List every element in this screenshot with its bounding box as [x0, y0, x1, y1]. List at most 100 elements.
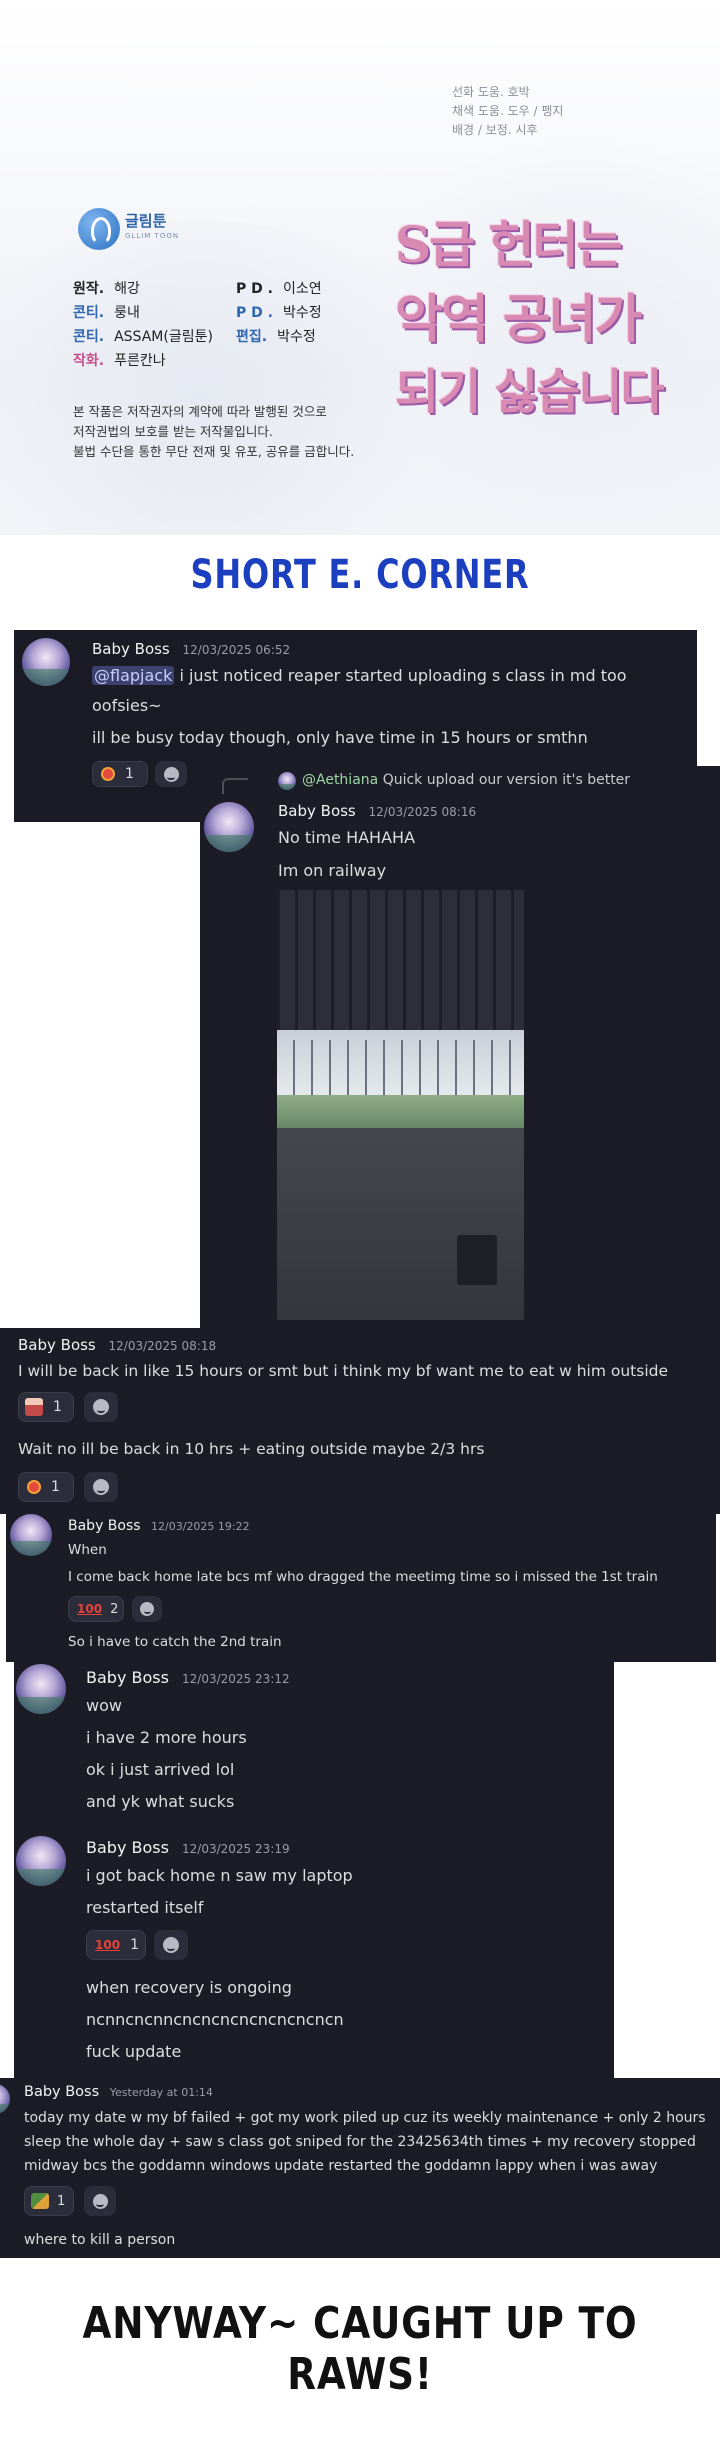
timestamp: Yesterday at 01:14 [109, 2086, 213, 2099]
hundred-points-icon: 100 [77, 1602, 103, 1616]
message-text: fuck update [86, 2042, 182, 2061]
smiley-icon [140, 1602, 154, 1616]
message-text: ncnncncnncncncncncncncncncn [86, 2010, 344, 2029]
chat-message-panel: Baby Boss Yesterday at 01:14 today my da… [0, 2078, 720, 2258]
message-text: No time HAHAHA [278, 828, 416, 847]
message-header: Baby Boss 12/03/2025 08:18 [18, 1336, 216, 1354]
gllimtoon-logo-icon [78, 208, 120, 250]
username[interactable]: Baby Boss [68, 1518, 141, 1534]
add-reaction-button[interactable] [84, 2186, 116, 2216]
reaction-100[interactable]: 100 2 [68, 1596, 124, 1622]
username[interactable]: Baby Boss [92, 640, 170, 658]
message-text: When [68, 1542, 107, 1558]
credit-storyboard-2: 콘티. ASSAM(글림툰) [73, 329, 213, 345]
chat-message-panel: Baby Boss 12/03/2025 08:18 I will be bac… [0, 1328, 720, 1514]
add-reaction-button[interactable] [84, 1392, 118, 1422]
credit-storyboard: 콘티. 룽내 [73, 305, 140, 321]
timestamp: 12/03/2025 08:16 [368, 805, 477, 819]
message-header: Baby Boss Yesterday at 01:14 [24, 2084, 213, 2100]
reaction-emoji[interactable]: 1 [18, 1392, 74, 1422]
message-text: i got back home n saw my laptop [86, 1866, 353, 1885]
message-header: Baby Boss 12/03/2025 06:52 [92, 640, 290, 658]
message-header: Baby Boss 12/03/2025 23:12 [86, 1668, 290, 1687]
avatar[interactable] [0, 2084, 10, 2114]
artist-credit-line: 채색 도움. 도우 / 펭지 [452, 104, 564, 118]
smiley-icon [93, 1399, 109, 1415]
message-text: where to kill a person [24, 2232, 176, 2248]
artist-credits: 선화 도움. 호박 채색 도움. 도우 / 펭지 배경 / 보정. 시후 [452, 83, 652, 140]
reaction-alarm-clock[interactable]: 1 [92, 761, 148, 787]
timestamp: 12/03/2025 23:19 [182, 1842, 290, 1856]
message-text: midway bcs the goddamn windows update re… [24, 2158, 658, 2174]
avatar[interactable] [10, 1514, 52, 1556]
reply-avatar [278, 772, 296, 790]
character-emoji-icon [25, 1398, 43, 1416]
artist-credit-line: 선화 도움. 호박 [452, 85, 530, 99]
username[interactable]: Baby Boss [278, 802, 356, 820]
chat-message-panel: Baby Boss 12/03/2025 23:12 wow i have 2 … [14, 1662, 614, 2078]
add-reaction-button[interactable] [154, 1930, 188, 1960]
caught-up-banner: ANYWAY~ CAUGHT UP TO RAWS! [82, 2298, 638, 2400]
avatar[interactable] [16, 1836, 66, 1886]
reaction-alarm-clock[interactable]: 1 [18, 1472, 74, 1502]
logo-name: 글림툰 [125, 212, 167, 230]
message-text: oofsies~ [92, 696, 162, 715]
user-mention[interactable]: @flapjack [92, 666, 175, 685]
reaction-emoji[interactable]: 1 [24, 2186, 74, 2216]
reaction-100[interactable]: 100 1 [86, 1930, 146, 1960]
message-text: sleep the whole day + saw s class got sn… [24, 2134, 696, 2150]
credit-pd: P D . 이소연 [236, 281, 322, 297]
credit-pd-2: P D . 박수정 [236, 305, 322, 321]
add-reaction-button[interactable] [132, 1596, 162, 1622]
message-text: when recovery is ongoing [86, 1978, 292, 1997]
username[interactable]: Baby Boss [18, 1336, 96, 1354]
timestamp: 12/03/2025 08:18 [108, 1339, 217, 1353]
reply-preview[interactable]: @Aethiana Quick upload our version it's … [302, 772, 630, 788]
message-text: I will be back in like 15 hours or smt b… [18, 1362, 669, 1380]
message-header: Baby Boss 12/03/2025 08:16 [278, 802, 476, 820]
username[interactable]: Baby Boss [86, 1668, 169, 1687]
credit-art: 작화. 푸른칸나 [73, 353, 166, 369]
smiley-icon [163, 766, 179, 782]
character-emoji-icon [31, 2193, 49, 2209]
copyright-notice: 본 작품은 저작권자의 계약에 따라 발행된 것으로 저작권법의 보호를 받는 … [73, 404, 355, 459]
logo-subtitle: GLLIM TOON [125, 232, 180, 240]
message-text: restarted itself [86, 1898, 204, 1917]
reply-connector [222, 778, 248, 794]
username[interactable]: Baby Boss [86, 1838, 169, 1857]
series-title-logo: S급 헌터는 악역 공녀가 되기 싫습니다 [395, 215, 665, 420]
message-text: ok i just arrived lol [86, 1760, 235, 1779]
credit-original: 원작. 해강 [73, 281, 140, 297]
message-text: So i have to catch the 2nd train [68, 1634, 282, 1650]
message-text: ill be busy today though, only have time… [92, 728, 588, 747]
credits-page: 선화 도움. 호박 채색 도움. 도우 / 펭지 배경 / 보정. 시후 글림툰… [0, 0, 720, 535]
artist-credit-line: 배경 / 보정. 시후 [452, 123, 538, 137]
add-reaction-button[interactable] [84, 1472, 118, 1502]
add-reaction-button[interactable] [155, 761, 187, 787]
message-text: Wait no ill be back in 10 hrs + eating o… [18, 1440, 485, 1458]
message-text: today my date w my bf failed + got my wo… [24, 2110, 706, 2126]
avatar[interactable] [204, 802, 254, 852]
message-text: Im on railway [278, 861, 387, 880]
smiley-icon [92, 2193, 108, 2209]
alarm-clock-icon [27, 1480, 41, 1494]
railway-photo-attachment[interactable] [277, 890, 524, 1320]
message-header: Baby Boss 12/03/2025 23:19 [86, 1838, 290, 1857]
short-e-corner-banner: SHORT E. CORNER [190, 552, 530, 598]
chat-message-panel: Baby Boss 12/03/2025 19:22 When I come b… [6, 1510, 716, 1662]
message-text: I come back home late bcs mf who dragged… [68, 1569, 658, 1585]
timestamp: 12/03/2025 23:12 [182, 1672, 290, 1686]
username[interactable]: Baby Boss [24, 2084, 99, 2100]
avatar[interactable] [16, 1664, 66, 1714]
smiley-icon [93, 1479, 109, 1495]
message-text: and yk what sucks [86, 1792, 235, 1811]
alarm-clock-icon [101, 767, 115, 781]
timestamp: 12/03/2025 19:22 [151, 1520, 250, 1533]
smiley-icon [163, 1937, 179, 1953]
message-text: i have 2 more hours [86, 1728, 247, 1747]
timestamp: 12/03/2025 06:52 [182, 643, 291, 657]
hundred-points-icon: 100 [95, 1938, 121, 1952]
avatar[interactable] [22, 638, 70, 686]
credit-editor: 편집. 박수정 [236, 329, 316, 345]
message-text: @flapjack i just noticed reaper started … [92, 666, 627, 685]
